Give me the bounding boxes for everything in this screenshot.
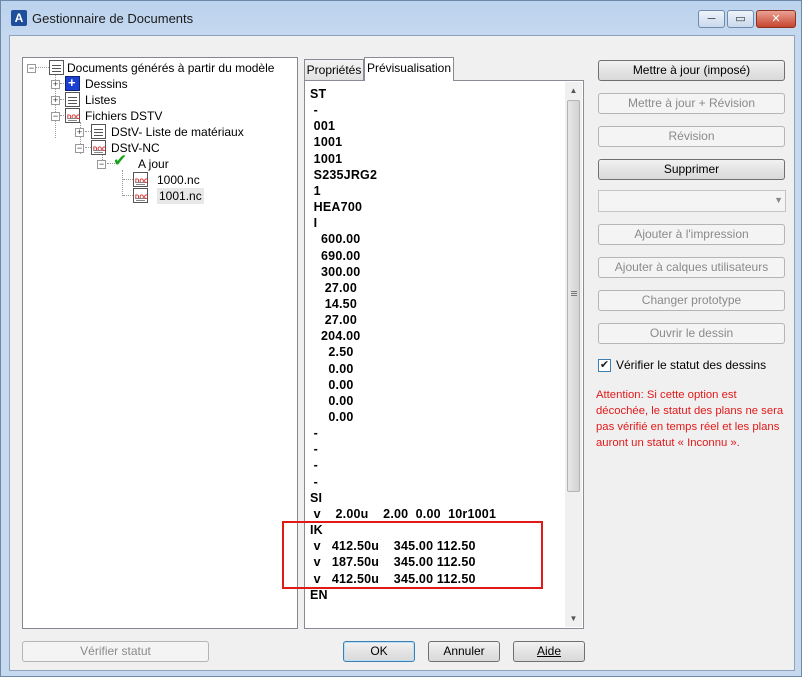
nc-preview-line: 2.50 — [310, 345, 354, 360]
tree-label-file-1000: 1000.nc — [157, 173, 200, 187]
nc-preview-line: 1001 — [310, 151, 343, 166]
collapse-icon[interactable]: − — [97, 160, 106, 169]
tab-proprietes[interactable]: Propriétés — [304, 59, 364, 81]
tree-node-a-jour[interactable]: − ✔ A jour — [97, 151, 197, 172]
tree-connector — [123, 179, 133, 180]
tree-node-dstv-nc[interactable]: − DStV-NC — [75, 140, 195, 158]
grip-icon — [571, 291, 577, 292]
expand-icon[interactable]: + — [51, 96, 60, 105]
add-to-user-layers-button[interactable]: Ajouter à calques utilisateurs — [598, 257, 785, 278]
dstv-folder-icon — [65, 108, 80, 126]
nc-preview-line: 204.00 — [310, 329, 361, 344]
nc-preview-line: 27.00 — [310, 280, 357, 295]
nc-file-icon — [133, 188, 148, 206]
nc-preview-line: 27.00 — [310, 313, 357, 328]
nc-preview-line: 0.00 — [310, 410, 354, 424]
drawings-icon — [65, 75, 80, 91]
lists-icon — [65, 92, 80, 107]
tree-node-listes[interactable]: + Listes — [51, 92, 171, 108]
nc-preview-line: S235JRG2 — [310, 167, 378, 182]
open-drawing-button[interactable]: Ouvrir le dessin — [598, 323, 785, 344]
scroll-down-arrow-icon[interactable]: ▼ — [565, 610, 582, 627]
collapse-icon[interactable]: − — [27, 64, 36, 73]
scroll-up-arrow-icon[interactable]: ▲ — [565, 82, 582, 99]
revision-button[interactable]: Révision — [598, 126, 785, 147]
preview-scrollbar[interactable]: ▲ ▼ — [565, 82, 582, 627]
document-tree[interactable]: − Documents générés à partir du modèle +… — [22, 57, 298, 629]
expand-icon[interactable]: + — [51, 80, 60, 89]
close-button[interactable]: ✕ — [756, 10, 796, 28]
tree-label-dstv-liste: DStV- Liste de matériaux — [111, 125, 244, 139]
collapse-icon[interactable]: − — [75, 144, 84, 153]
tree-label-file-1001: 1001.nc — [157, 188, 204, 204]
nc-preview-line: - — [310, 458, 319, 473]
nc-preview-line: 1001 — [310, 135, 343, 150]
tree-node-root[interactable]: − Documents générés à partir du modèle — [27, 60, 287, 76]
nc-preview-line: - — [310, 474, 319, 489]
minimize-button[interactable]: ─ — [698, 10, 725, 28]
nc-preview-line: 300.00 — [310, 264, 361, 279]
dialog-client-area: − Documents générés à partir du modèle +… — [9, 35, 795, 671]
help-button[interactable]: Aide — [513, 641, 585, 662]
nc-preview-line: EN — [310, 587, 328, 602]
expand-icon[interactable]: + — [75, 128, 84, 137]
tree-label-fichiers-dstv: Fichiers DSTV — [85, 109, 163, 123]
nc-preview-line: - — [310, 103, 319, 118]
verify-status-checkbox[interactable]: ✔ — [598, 359, 611, 372]
highlight-annotation-box — [282, 521, 543, 589]
tree-label-root: Documents générés à partir du modèle — [67, 61, 275, 75]
tree-label-a-jour: A jour — [138, 157, 169, 171]
maximize-button[interactable]: ▭ — [727, 10, 754, 28]
dstv-nc-icon — [91, 140, 106, 158]
tree-connector — [122, 170, 123, 196]
nc-preview-line: - — [310, 426, 319, 441]
nc-preview-line: 001 — [310, 119, 336, 134]
title-bar: A Gestionnaire de Documents ─ ▭ ✕ — [1, 1, 801, 35]
tree-node-dessins[interactable]: + Dessins — [51, 75, 171, 92]
nc-preview-line: 0.00 — [310, 393, 354, 408]
nc-preview-line: v 2.00u 2.00 0.00 10r1001 — [310, 506, 497, 521]
collapse-icon[interactable]: − — [51, 112, 60, 121]
tree-node-file-1000[interactable]: 1000.nc — [133, 172, 223, 190]
tree-label-dessins: Dessins — [85, 77, 128, 91]
nc-preview-line: 0.00 — [310, 377, 354, 392]
document-manager-window: A Gestionnaire de Documents ─ ▭ ✕ − Docu… — [0, 0, 802, 677]
help-button-label: Aide — [536, 644, 562, 658]
tree-node-dstv-liste[interactable]: + DStV- Liste de matériaux — [75, 124, 275, 140]
tab-previsualisation[interactable]: Prévisualisation — [364, 57, 454, 81]
scroll-thumb[interactable] — [567, 100, 580, 492]
material-list-icon — [91, 124, 106, 139]
nc-preview-line: HEA700 — [310, 200, 363, 215]
update-revision-button[interactable]: Mettre à jour + Révision — [598, 93, 785, 114]
tree-node-file-1001[interactable]: 1001.nc — [133, 188, 223, 206]
nc-file-icon — [133, 172, 148, 190]
nc-preview-line: - — [310, 442, 319, 457]
up-to-date-check-icon: ✔ — [113, 151, 128, 170]
documents-icon — [49, 60, 64, 75]
nc-preview-line: 14.50 — [310, 296, 357, 311]
update-forced-button[interactable]: Mettre à jour (imposé) — [598, 60, 785, 81]
window-title: Gestionnaire de Documents — [32, 11, 194, 26]
nc-preview-line: 690.00 — [310, 248, 361, 263]
nc-preview-line: 0.00 — [310, 361, 354, 376]
tree-node-fichiers-dstv[interactable]: − Fichiers DSTV — [51, 108, 211, 126]
prototype-select[interactable]: ▼ — [598, 190, 786, 212]
autocad-app-icon: A — [11, 10, 27, 26]
verify-status-label[interactable]: Vérifier le statut des dessins — [616, 358, 766, 372]
nc-preview-line: 1 — [310, 183, 321, 198]
change-prototype-button[interactable]: Changer prototype — [598, 290, 785, 311]
cancel-button[interactable]: Annuler — [428, 641, 500, 662]
nc-preview-line: ST — [310, 87, 327, 101]
nc-preview-line: SI — [310, 490, 323, 505]
verify-status-button[interactable]: Vérifier statut — [22, 641, 209, 662]
delete-button[interactable]: Supprimer — [598, 159, 785, 180]
ok-button[interactable]: OK — [343, 641, 415, 662]
tree-label-listes: Listes — [85, 93, 117, 107]
chevron-down-icon: ▼ — [774, 195, 783, 205]
nc-preview-line: 600.00 — [310, 232, 361, 247]
tree-connector — [123, 195, 133, 196]
nc-preview-line: I — [310, 216, 318, 231]
add-to-print-button[interactable]: Ajouter à l'impression — [598, 224, 785, 245]
warning-message: Attention: Si cette option est décochée,… — [596, 389, 784, 449]
